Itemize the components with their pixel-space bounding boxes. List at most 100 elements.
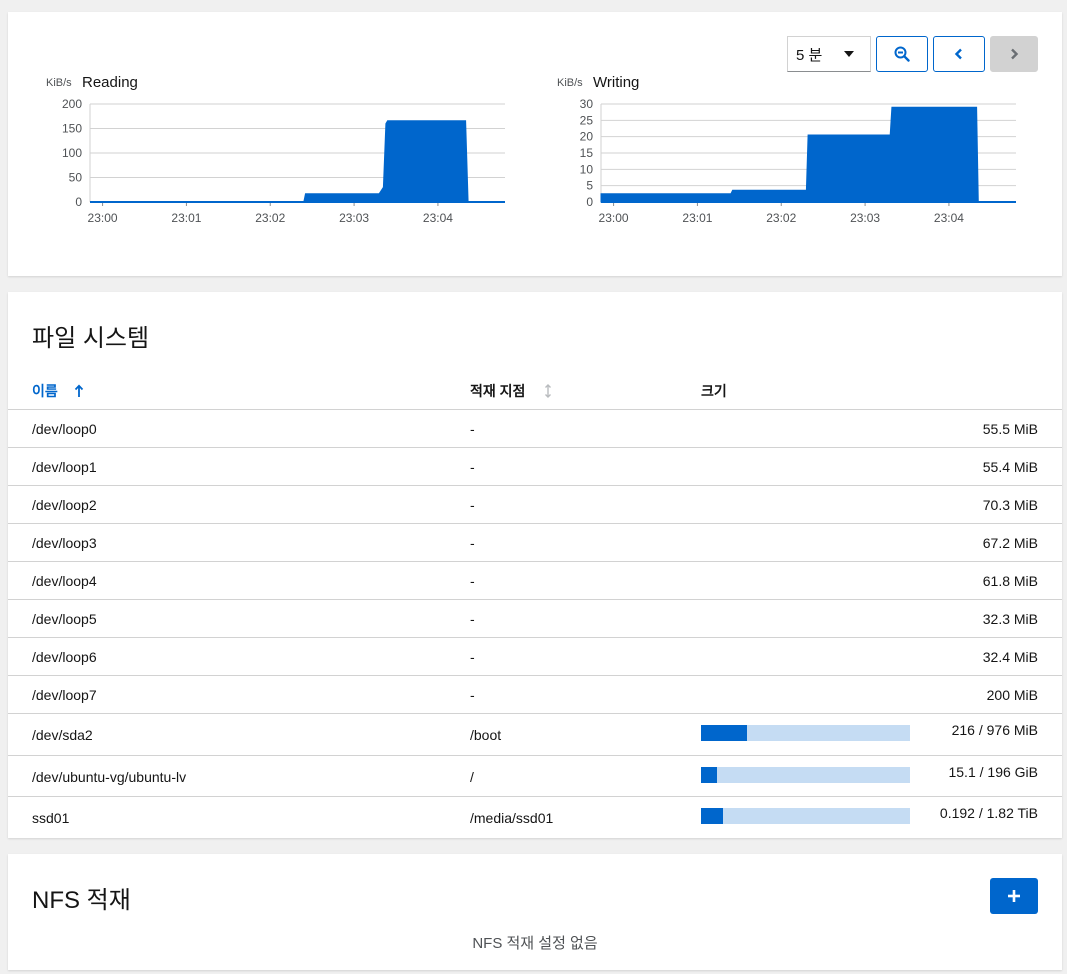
add-nfs-button[interactable] xyxy=(990,878,1038,914)
filesystem-size: 55.4 MiB xyxy=(982,459,1038,475)
table-row[interactable]: ssd01/media/ssd01 0.192 / 1.82 TiB xyxy=(8,796,1062,838)
table-row[interactable]: /dev/loop1 - 55.4 MiB xyxy=(8,447,1062,485)
filesystems-table: /dev/loop0 - 55.5 MiB/dev/loop1 - 55.4 MiB/d… xyxy=(8,409,1062,838)
filesystem-name: /dev/loop2 xyxy=(32,497,97,513)
filesystem-name: /dev/loop6 xyxy=(32,649,97,665)
graph-title: Reading xyxy=(82,74,138,91)
table-row[interactable]: /dev/loop7 - 200 MiB xyxy=(8,675,1062,713)
filesystem-size: 32.3 MiB xyxy=(982,611,1038,627)
column-header-label: 이름 xyxy=(32,383,58,399)
column-header-size: 크기 xyxy=(701,381,727,401)
x-tick-label: 23:03 xyxy=(339,211,369,225)
previous-range-button[interactable] xyxy=(933,36,985,72)
next-range-button[interactable] xyxy=(990,36,1038,72)
mount-point: /boot xyxy=(470,727,502,743)
table-row[interactable]: /dev/sda2/boot 216 / 976 MiB xyxy=(8,713,1062,755)
column-header-label: 적재 지점 xyxy=(470,383,526,399)
x-tick-label: 23:01 xyxy=(682,211,712,225)
graph-unit-label: KiB/s xyxy=(46,77,72,89)
nfs-title: NFS 적재 xyxy=(32,887,131,914)
zoom-out-icon xyxy=(894,46,910,62)
usage-bar-fill xyxy=(701,766,718,783)
time-range-value: 5 분 xyxy=(796,46,823,64)
filesystem-size: 32.4 MiB xyxy=(982,649,1038,665)
filesystem-size: 61.8 MiB xyxy=(982,573,1038,589)
x-tick-label: 23:00 xyxy=(88,211,118,225)
sort-ascending-icon xyxy=(74,384,83,397)
area-series xyxy=(600,106,1016,203)
mount-point: - xyxy=(470,497,475,513)
y-tick-label: 15 xyxy=(580,146,594,160)
filesystem-name: /dev/loop4 xyxy=(32,573,97,589)
column-header-mount[interactable]: 적재 지점 xyxy=(470,381,553,401)
mount-point: - xyxy=(470,421,475,437)
table-row[interactable]: /dev/loop0 - 55.5 MiB xyxy=(8,409,1062,447)
column-header-label: 크기 xyxy=(701,383,727,399)
filesystem-size: 15.1 / 196 GiB xyxy=(948,763,1038,780)
y-tick-label: 25 xyxy=(580,113,594,127)
zoom-out-button[interactable] xyxy=(876,36,928,72)
filesystem-size: 216 / 976 MiB xyxy=(951,722,1038,738)
y-tick-label: 0 xyxy=(75,195,82,209)
filesystem-name: /dev/loop1 xyxy=(32,459,97,475)
x-tick-label: 23:02 xyxy=(255,211,285,225)
filesystems-title: 파일 시스템 xyxy=(32,325,150,352)
mount-point: - xyxy=(470,611,475,627)
x-tick-label: 23:04 xyxy=(934,211,964,225)
usage-bar xyxy=(701,808,910,824)
reading-chart: 0 50 100 150 200 23:00 23:01 23:02 23:03 23:04 xyxy=(62,97,505,225)
nfs-mounts-card: NFS 적재 NFS 적재 설정 없음 xyxy=(8,854,1062,970)
filesystems-card: 파일 시스템 이름 적재 지점 크기 /dev/loop0 - 55.5 MiB/d… xyxy=(8,292,1062,838)
usage-bar xyxy=(701,725,910,741)
io-graphs-card: 5 분 KiB/s Reading 0 50 100 150 200 23:00 23:01… xyxy=(8,12,1062,276)
y-tick-label: 0 xyxy=(586,195,593,209)
table-row[interactable]: /dev/loop4 - 61.8 MiB xyxy=(8,561,1062,599)
filesystem-name: /dev/sda2 xyxy=(32,727,93,743)
table-row[interactable]: /dev/loop3 - 67.2 MiB xyxy=(8,523,1062,561)
table-row[interactable]: /dev/loop2 - 70.3 MiB xyxy=(8,485,1062,523)
y-tick-label: 100 xyxy=(62,146,82,160)
y-tick-label: 150 xyxy=(62,122,82,136)
time-range-select[interactable]: 5 분 xyxy=(787,36,871,72)
filesystem-size: 0.192 / 1.82 TiB xyxy=(939,805,1038,821)
x-tick-label: 23:01 xyxy=(171,211,201,225)
chevron-right-icon xyxy=(1011,48,1019,60)
filesystem-name: /dev/ubuntu-vg/ubuntu-lv xyxy=(32,768,187,785)
sort-icon xyxy=(545,384,552,398)
x-tick-label: 23:04 xyxy=(423,211,453,225)
filesystem-size: 55.5 MiB xyxy=(982,421,1038,437)
x-tick-label: 23:02 xyxy=(766,211,796,225)
mount-point: - xyxy=(470,573,475,589)
filesystem-name: /dev/loop0 xyxy=(32,421,97,437)
x-tick-label: 23:00 xyxy=(599,211,629,225)
filesystem-size: 70.3 MiB xyxy=(982,497,1038,513)
filesystem-size: 67.2 MiB xyxy=(982,535,1038,551)
graph-unit-label: KiB/s xyxy=(557,77,583,89)
area-series xyxy=(90,120,505,203)
filesystem-name: /dev/loop3 xyxy=(32,535,97,551)
column-header-name[interactable]: 이름 xyxy=(32,381,84,401)
x-tick-label: 23:03 xyxy=(850,211,880,225)
writing-chart: 0 5 10 15 20 25 30 23:00 23:01 23:02 23:03 23:04 xyxy=(580,97,1016,225)
filesystem-size: 200 MiB xyxy=(986,687,1038,703)
plus-icon xyxy=(1008,890,1020,902)
mount-point: - xyxy=(470,649,475,665)
usage-bar xyxy=(701,766,910,783)
filesystem-name: /dev/loop5 xyxy=(32,611,97,627)
mount-point: - xyxy=(470,535,475,551)
nfs-empty-message: NFS 적재 설정 없음 xyxy=(472,935,598,952)
mount-point: / xyxy=(470,768,474,785)
mount-point: - xyxy=(470,459,475,475)
table-row[interactable]: /dev/loop5 - 32.3 MiB xyxy=(8,599,1062,637)
y-tick-label: 200 xyxy=(62,97,82,111)
graph-toolbar: 5 분 xyxy=(787,36,1038,72)
table-row[interactable]: /dev/loop6 - 32.4 MiB xyxy=(8,637,1062,675)
filesystem-name: ssd01 xyxy=(32,810,70,826)
chevron-left-icon xyxy=(954,48,962,60)
caret-down-icon xyxy=(844,51,854,57)
y-tick-label: 50 xyxy=(69,171,83,185)
table-row[interactable]: /dev/ubuntu-vg/ubuntu-lv / 15.1 / 196 GiB xyxy=(8,754,1062,797)
filesystem-name: /dev/loop7 xyxy=(32,687,97,703)
y-tick-label: 5 xyxy=(586,179,593,193)
mount-point: /media/ssd01 xyxy=(470,810,554,826)
